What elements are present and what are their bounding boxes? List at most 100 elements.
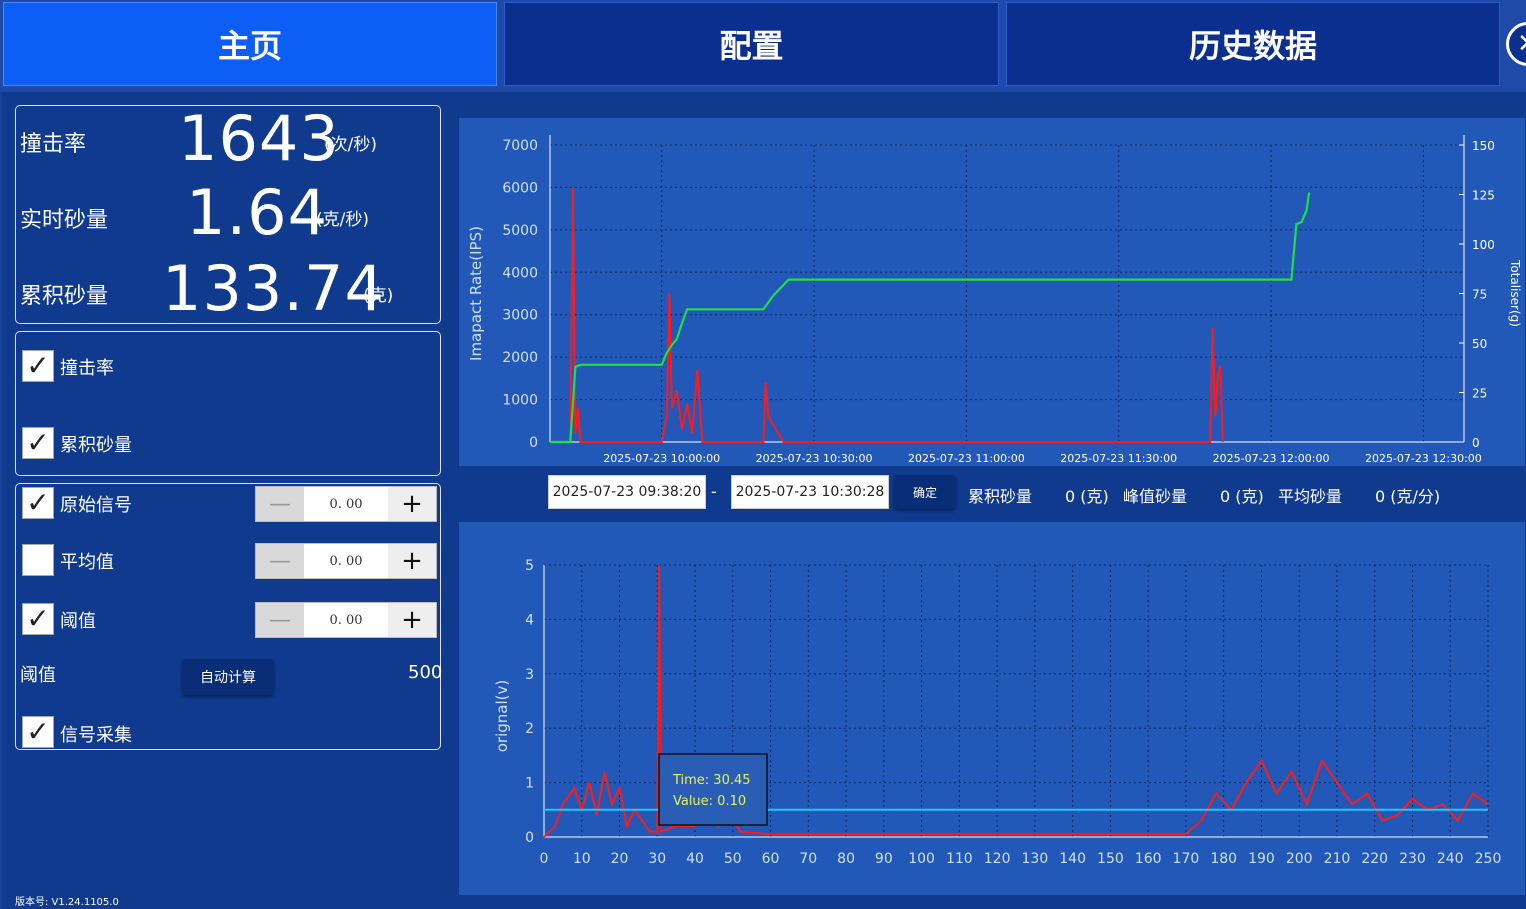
- x-tick-label: 160: [1135, 851, 1162, 867]
- y-tick-label: 1: [525, 776, 534, 792]
- y-tick-label: 2: [525, 721, 534, 737]
- stat-avg-value: 0 (克/分): [1375, 487, 1441, 506]
- start-date-input[interactable]: 2025-07-23 09:38:20: [548, 475, 706, 509]
- x-tick-label: 240: [1437, 851, 1464, 867]
- x-tick-label: 220: [1361, 851, 1388, 867]
- stat-avg-label: 平均砂量: [1278, 487, 1343, 506]
- tab-config[interactable]: 配置: [504, 2, 999, 86]
- x-tick-label: 2025-07-23 11:00:00: [908, 452, 1025, 465]
- signal-collect-label: 信号采集: [60, 725, 132, 746]
- y-tick-label: 1000: [502, 393, 538, 409]
- accum-sand-label: 累积砂量: [20, 284, 109, 309]
- decrement-button[interactable]: —: [256, 603, 304, 637]
- y2-tick-label: 75: [1472, 288, 1487, 302]
- x-tick-label: 130: [1022, 851, 1049, 867]
- checkbox-signal-collect[interactable]: ✓: [22, 716, 54, 748]
- threshold-stepper: — 0. 00 +: [255, 602, 437, 638]
- checkbox-average[interactable]: [22, 544, 54, 576]
- version-label: 版本号: V1.24.1105.0: [15, 897, 119, 908]
- checkbox-accum-sand[interactable]: ✓: [22, 427, 54, 459]
- y-axis-label: orignal(v): [493, 680, 511, 752]
- impact-rate-value: 1643: [178, 102, 340, 175]
- raw-signal-stepper: — 0. 00 +: [255, 486, 437, 522]
- y-tick-label: 0: [525, 830, 534, 846]
- tab-history[interactable]: 历史数据: [1006, 2, 1500, 86]
- readings-panel: 撞击率 1643 (次/秒) 实时砂量 1.64 (克/秒) 累积砂量 133.…: [15, 102, 441, 325]
- increment-button[interactable]: +: [388, 487, 436, 521]
- x-tick-label: 2025-07-23 12:00:00: [1213, 452, 1330, 465]
- tooltip-time: Time: 30.45: [672, 773, 751, 788]
- x-tick-label: 90: [875, 851, 893, 867]
- y-tick-label: 0: [529, 435, 538, 451]
- accum-sand-unit: (克): [363, 286, 394, 306]
- x-tick-label: 170: [1173, 851, 1200, 867]
- x-tick-label: 100: [908, 851, 935, 867]
- stat-peak-label: 峰值砂量: [1123, 487, 1188, 506]
- x-tick-label: 190: [1248, 851, 1275, 867]
- y-tick-label: 5: [525, 558, 534, 574]
- y2-tick-label: 125: [1472, 189, 1495, 203]
- realtime-sand-label: 实时砂量: [20, 208, 109, 233]
- x-tick-label: 40: [686, 851, 704, 867]
- checkbox-raw-signal[interactable]: ✓: [22, 487, 54, 519]
- increment-button[interactable]: +: [388, 603, 436, 637]
- y-tick-label: 3: [525, 667, 534, 683]
- x-tick-label: 250: [1475, 851, 1502, 867]
- y-tick-label: 6000: [502, 180, 538, 196]
- x-tick-label: 80: [837, 851, 855, 867]
- y2-axis-label: Totaliser(g): [1508, 259, 1522, 327]
- x-tick-label: 140: [1059, 851, 1086, 867]
- x-tick-label: 20: [611, 851, 629, 867]
- x-tick-label: 0: [540, 851, 549, 867]
- y-tick-label: 5000: [502, 223, 538, 239]
- x-tick-label: 2025-07-23 11:30:00: [1060, 452, 1177, 465]
- x-tick-label: 210: [1324, 851, 1351, 867]
- x-tick-label: 2025-07-23 10:00:00: [603, 452, 720, 465]
- x-tick-label: 120: [984, 851, 1011, 867]
- tooltip-value: Value: 0.10: [673, 794, 746, 809]
- auto-calc-button[interactable]: 自动计算: [182, 659, 274, 695]
- threshold-stepper-value[interactable]: 0. 00: [304, 603, 388, 637]
- end-date-input[interactable]: 2025-07-23 10:30:28: [731, 475, 889, 509]
- decrement-button[interactable]: —: [256, 487, 304, 521]
- date-separator: -: [711, 482, 717, 501]
- x-tick-label: 2025-07-23 10:30:00: [756, 452, 873, 465]
- threshold-value: 500: [408, 662, 443, 683]
- checkbox-threshold[interactable]: ✓: [22, 603, 54, 635]
- average-value[interactable]: 0. 00: [304, 544, 388, 578]
- x-tick-label: 230: [1399, 851, 1426, 867]
- impact-chart-panel: 0 1000 2000 3000 4000 5000 6000 7000 0 25 50 75 100 1…: [459, 118, 1525, 466]
- y2-tick-label: 50: [1472, 337, 1487, 351]
- stat-peak-value: 0 (克): [1220, 487, 1264, 506]
- threshold-check-label: 阈值: [60, 611, 96, 632]
- average-label: 平均值: [60, 552, 114, 573]
- x-tick-label: 2025-07-23 12:30:00: [1365, 452, 1482, 465]
- increment-button[interactable]: +: [388, 544, 436, 578]
- raw-signal-label: 原始信号: [60, 495, 132, 516]
- checkbox-impact-rate[interactable]: ✓: [22, 350, 54, 382]
- stat-accum-value: 0 (克): [1065, 487, 1109, 506]
- display-options-panel: ✓ 撞击率 ✓ 累积砂量: [15, 331, 441, 476]
- decrement-button[interactable]: —: [256, 544, 304, 578]
- tooltip-box: [658, 753, 768, 826]
- x-tick-label: 180: [1210, 851, 1237, 867]
- raw-signal-value[interactable]: 0. 00: [304, 487, 388, 521]
- x-tick-label: 60: [762, 851, 780, 867]
- signal-chart-panel: 0 1 2 3 4 5 0 10 20 30 40 50 60 70 80 90 100 110 120 130 140…: [459, 522, 1525, 895]
- realtime-sand-value: 1.64: [186, 176, 329, 249]
- x-tick-label: 30: [648, 851, 666, 867]
- y-axis-label: Imapact Rate(IPS): [467, 226, 485, 361]
- y-tick-label: 4000: [502, 265, 538, 281]
- signal-chart: 0123450 10 20 30 40 50 60 70 80 90 100 110 120 130 140…: [493, 558, 1502, 867]
- y2-tick-label: 0: [1472, 436, 1480, 450]
- y2-tick-label: 100: [1472, 238, 1495, 252]
- y-tick-label: 3000: [502, 308, 538, 324]
- y-tick-label: 7000: [502, 138, 538, 154]
- accum-sand-value: 133.74: [162, 252, 385, 325]
- checkbox-impact-rate-label: 撞击率: [60, 358, 114, 379]
- x-tick-label: 110: [946, 851, 973, 867]
- impact-chart: 0 1000 2000 3000 4000 5000 6000 7000 0 25 50 75 100 1…: [467, 135, 1522, 465]
- confirm-button[interactable]: 确定: [894, 475, 956, 509]
- checkbox-accum-sand-label: 累积砂量: [60, 435, 132, 456]
- tab-home[interactable]: 主页: [3, 2, 497, 86]
